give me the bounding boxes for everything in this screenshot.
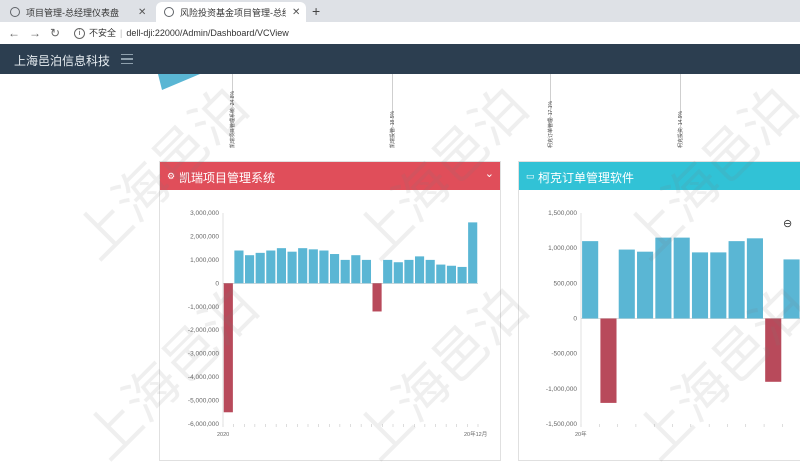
pie-label: 凯瑞投管: 18.5% (390, 111, 396, 148)
y-tick-label: 2,000,000 (190, 233, 219, 240)
bar[interactable] (691, 252, 709, 319)
pie-label: 柯克订单管理: 17.1% (548, 101, 554, 148)
close-tab-icon[interactable]: ✕ (138, 7, 146, 18)
bar-chart-keke: 1,500,000 1,000,000 500,000 0 -500,000 -1,000… (546, 210, 800, 438)
chart-panel-keke: ▭ 柯克订单管理软件 1,500,000 1,000,000 500,000 0 -50… (518, 161, 800, 461)
bar[interactable] (414, 256, 425, 284)
bar-chart-kairui: 3,000,000 2,000,000 1,000,000 0 -1,000,000 -2… (188, 210, 487, 438)
pie-slice (158, 74, 200, 90)
browser-tab-1[interactable]: 项目管理-总经理仪表盘 ✕ (2, 2, 152, 22)
bar[interactable] (308, 249, 318, 284)
pie-fragment (158, 74, 200, 90)
x-tick-label: 20年 (575, 430, 587, 438)
bar[interactable] (637, 251, 654, 319)
x-tick-label: 2020 (217, 432, 229, 438)
bar[interactable] (710, 252, 727, 319)
y-tick-label: 3,000,000 (190, 210, 219, 217)
url-text: dell-dji:22000/Admin/Dashboard/VCView (126, 28, 289, 38)
bar[interactable] (234, 250, 244, 284)
y-tick-label: -1,000,000 (188, 304, 219, 311)
reload-icon[interactable]: ↻ (50, 26, 60, 40)
y-tick-label: -1,000,000 (546, 386, 577, 393)
bar[interactable] (244, 255, 255, 284)
bar[interactable] (276, 248, 287, 284)
bar[interactable] (582, 241, 599, 319)
y-tick-label: -5,000,000 (188, 398, 219, 405)
bar[interactable] (468, 222, 478, 284)
bar[interactable] (319, 250, 329, 284)
browser-tab-strip: 项目管理-总经理仪表盘 ✕ 风险投资基金项目管理-总经理仪 ✕ + (0, 0, 800, 22)
pie-label: 柯克投资: 14.9% (678, 111, 684, 148)
globe-icon (10, 7, 20, 17)
y-tick-label: 1,000,000 (190, 257, 219, 264)
forward-icon[interactable]: → (29, 26, 41, 40)
bar[interactable] (783, 259, 800, 319)
bar[interactable] (425, 259, 435, 284)
bar[interactable] (618, 249, 635, 319)
panel-title: 柯克订单管理软件 (538, 171, 635, 185)
bar[interactable] (361, 259, 372, 284)
y-tick-label: -500,000 (551, 351, 577, 358)
address-bar: ← → ↻ i 不安全 | dell-dji:22000/Admin/Dashboar… (0, 22, 800, 45)
bar[interactable] (340, 259, 350, 284)
y-tick-label: 0 (215, 280, 219, 287)
new-tab-button[interactable]: + (312, 3, 320, 19)
tab-title: 项目管理-总经理仪表盘 (26, 7, 119, 18)
close-tab-icon[interactable]: ✕ (292, 7, 300, 18)
x-tick-label: 20年12月 (464, 430, 487, 438)
bar[interactable] (287, 251, 297, 284)
panel-header: ▭ 柯克订单管理软件 (519, 162, 800, 190)
y-tick-label: 500,000 (554, 280, 578, 287)
card-icon: ▭ (526, 171, 535, 181)
bar[interactable] (372, 283, 382, 312)
info-icon[interactable]: i (74, 28, 85, 40)
bar[interactable] (329, 254, 340, 284)
pie-label: 凯瑞项目管理系统: 24.8% (230, 91, 236, 148)
y-tick-label: -2,000,000 (188, 327, 219, 334)
bar[interactable] (255, 252, 265, 284)
y-tick-label: -1,500,000 (546, 421, 577, 428)
chevron-down-icon[interactable]: ⌄ (485, 167, 494, 180)
y-tick-label: 0 (573, 316, 577, 323)
bar[interactable] (673, 237, 690, 319)
y-tick-label: 1,000,000 (548, 245, 577, 252)
y-tick-label: 1,500,000 (548, 210, 577, 217)
bar[interactable] (351, 255, 361, 284)
bar[interactable] (223, 283, 233, 413)
bar[interactable] (746, 238, 763, 319)
bar[interactable] (266, 250, 276, 284)
bar[interactable] (436, 264, 446, 284)
url-field[interactable]: i 不安全 | dell-dji:22000/Admin/Dashboard/VCVi… (74, 26, 289, 40)
y-tick-label: -3,000,000 (188, 351, 219, 358)
bar[interactable] (765, 318, 782, 382)
bar[interactable] (298, 248, 308, 284)
bar[interactable] (728, 241, 745, 319)
tab-title: 风险投资基金项目管理-总经理仪 (180, 7, 286, 18)
bar[interactable] (383, 259, 393, 284)
bar[interactable] (655, 237, 672, 319)
bar[interactable] (404, 259, 414, 284)
bar[interactable] (600, 318, 617, 403)
security-label: 不安全 (89, 28, 117, 38)
bar[interactable] (457, 266, 467, 284)
y-tick-label: -6,000,000 (188, 421, 219, 428)
panel-header: ⚙ 凯瑞项目管理系统 ⌄ (160, 162, 500, 190)
chart-panel-kairui: ⚙ 凯瑞项目管理系统 ⌄ 3,000,000 2,000,000 1,000,000… (159, 161, 501, 461)
zoom-out-icon[interactable]: ⊖ (783, 217, 792, 230)
y-tick-label: -4,000,000 (188, 374, 219, 381)
hamburger-menu-icon[interactable] (121, 54, 133, 64)
browser-tab-2[interactable]: 风险投资基金项目管理-总经理仪 ✕ (156, 2, 306, 22)
bar[interactable] (393, 262, 403, 284)
panel-title: 凯瑞项目管理系统 (179, 171, 276, 185)
cogs-icon: ⚙ (167, 171, 176, 181)
globe-icon (164, 7, 174, 17)
bar[interactable] (446, 265, 457, 284)
back-icon[interactable]: ← (8, 26, 20, 40)
brand-title: 上海邑泊信息科技 (14, 54, 111, 68)
app-header: 上海邑泊信息科技 (0, 44, 800, 74)
url-divider: | (120, 28, 123, 38)
